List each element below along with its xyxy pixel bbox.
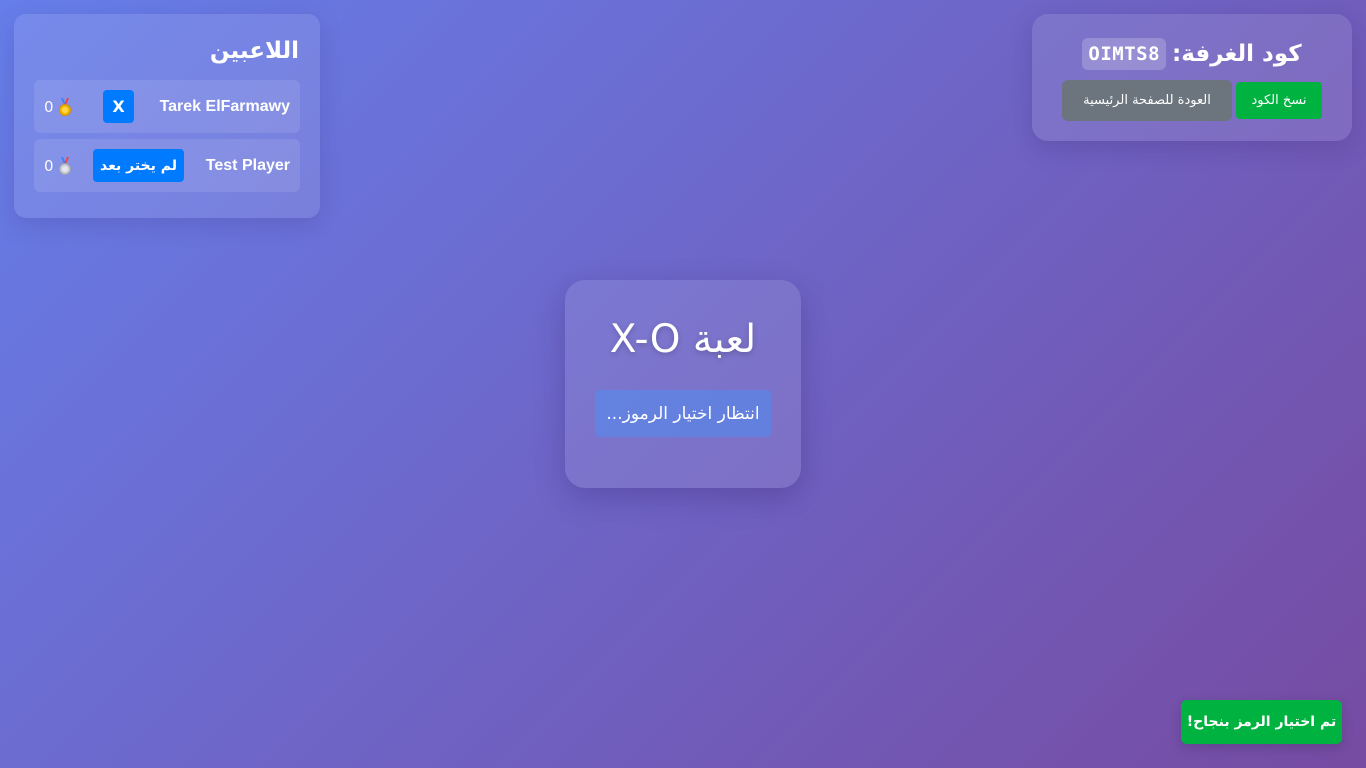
room-code-label: كود الغرفة:	[1172, 41, 1302, 67]
game-panel: لعبة X-O انتظار اختيار الرموز...	[565, 280, 801, 488]
player-symbol-badge: X	[103, 90, 134, 123]
gold-medal-icon	[58, 97, 72, 116]
player-name: Test Player	[205, 156, 290, 174]
copy-code-button[interactable]: نسخ الكود	[1236, 82, 1322, 119]
player-name: Tarek ElFarmawy	[159, 97, 290, 115]
players-panel: اللاعبين Tarek ElFarmawy X 0 Test Player…	[14, 14, 320, 218]
waiting-status: انتظار اختيار الرموز...	[595, 390, 771, 437]
score-value: 0	[44, 156, 54, 175]
player-row: Test Player لم يختر بعد 0	[34, 139, 300, 192]
player-score: 0	[44, 139, 72, 192]
player-score: 0	[44, 80, 72, 133]
players-title: اللاعبين	[209, 38, 299, 64]
room-actions: نسخ الكود العودة للصفحة الرئيسية	[1062, 80, 1322, 121]
silver-medal-icon	[58, 156, 72, 175]
game-title: لعبة X-O	[609, 317, 757, 362]
room-panel: كود الغرفة: OIMTS8 نسخ الكود العودة للصف…	[1032, 14, 1352, 141]
room-title: كود الغرفة: OIMTS8	[1032, 36, 1352, 72]
score-value: 0	[44, 97, 54, 116]
player-row: Tarek ElFarmawy X 0	[34, 80, 300, 133]
player-symbol-badge: لم يختر بعد	[93, 149, 184, 182]
room-code: OIMTS8	[1082, 38, 1167, 70]
back-home-button[interactable]: العودة للصفحة الرئيسية	[1062, 80, 1232, 121]
success-toast: تم اختيار الرمز بنجاح!	[1181, 700, 1342, 744]
